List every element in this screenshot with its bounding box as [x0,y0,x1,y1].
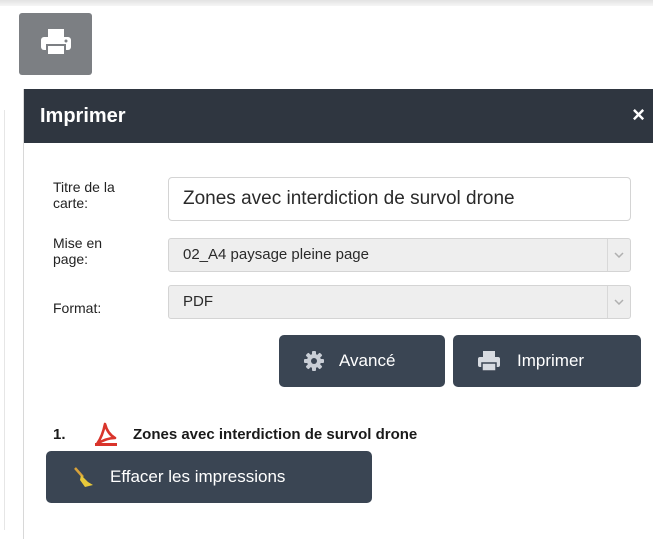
map-title-input[interactable]: Zones avec interdiction de survol drone [168,177,631,221]
close-icon[interactable]: × [632,101,645,129]
print-result-item: 1. Zones avec interdiction de survol dro… [53,419,417,449]
layout-label: Mise en page: [53,235,103,267]
map-title-label: Titre de la carte: [53,179,115,211]
panel-title: Imprimer [40,104,126,127]
advanced-button[interactable]: Avancé [279,335,445,387]
layout-select-value: 02_A4 paysage pleine page [183,246,369,263]
chevron-down-icon[interactable] [607,286,630,318]
clear-prints-button[interactable]: Effacer les impressions [46,451,372,503]
result-number: 1. [53,425,66,443]
left-divider [4,110,5,530]
advanced-button-label: Avancé [339,351,396,370]
broom-icon [72,466,96,488]
format-label: Format: [53,300,102,316]
clear-prints-label: Effacer les impressions [110,467,286,486]
print-tool-button[interactable] [19,13,92,75]
layout-select[interactable]: 02_A4 paysage pleine page [168,238,631,272]
chevron-down-icon[interactable] [607,239,630,271]
print-panel: Imprimer × Titre de la carte: Zones avec… [23,89,653,539]
print-button[interactable]: Imprimer [453,335,641,387]
format-select-value: PDF [183,293,213,310]
top-strip [0,0,653,6]
printer-icon [477,350,501,372]
format-select[interactable]: PDF [168,285,631,319]
print-widget-page: Imprimer × Titre de la carte: Zones avec… [0,0,653,539]
result-link[interactable]: Zones avec interdiction de survol drone [133,426,417,443]
printer-icon [39,27,73,62]
pdf-icon [93,421,119,447]
gear-icon [303,350,325,372]
panel-header: Imprimer × [24,89,653,143]
print-button-label: Imprimer [517,351,585,370]
